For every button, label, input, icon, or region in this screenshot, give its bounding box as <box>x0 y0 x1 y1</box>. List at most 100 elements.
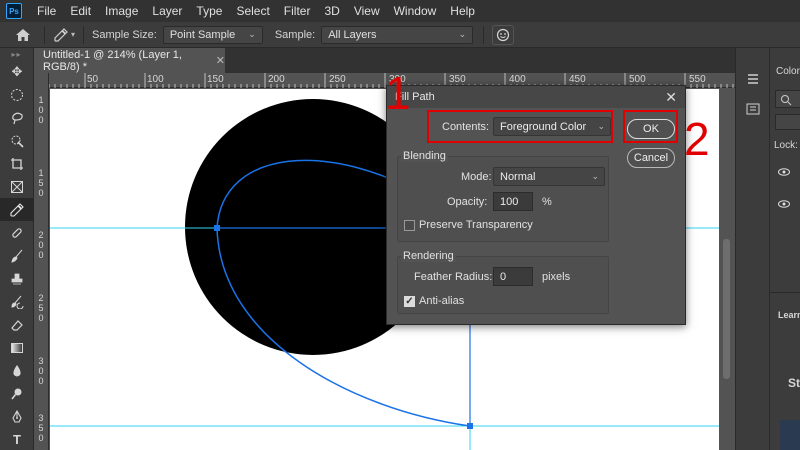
preserve-transparency-checkbox[interactable] <box>404 220 415 231</box>
mode-value: Normal <box>500 170 536 183</box>
eye-icon[interactable] <box>778 168 790 179</box>
home-icon[interactable] <box>10 22 36 48</box>
document-tab[interactable]: Untitled-1 @ 214% (Layer 1, RGB/8) * ✕ <box>35 48 225 73</box>
vertical-ruler: 1 0 0 1 5 0 2 0 0 2 5 0 3 0 0 3 5 0 <box>35 73 49 450</box>
menu-filter[interactable]: Filter <box>277 4 318 18</box>
marquee-tool-icon[interactable] <box>0 83 34 106</box>
lock-label: Lock: <box>774 140 798 151</box>
sample-size-select[interactable]: Point Sample ⌄ <box>162 25 263 44</box>
crop-tool-icon[interactable] <box>0 152 34 175</box>
menu-help[interactable]: Help <box>443 4 482 18</box>
lasso-tool-icon[interactable] <box>0 106 34 129</box>
menu-select[interactable]: Select <box>229 4 276 18</box>
panel-grip-icon[interactable]: ▸▸ <box>0 48 33 60</box>
ok-highlight-box <box>623 110 678 143</box>
menu-view[interactable]: View <box>347 4 387 18</box>
close-icon[interactable]: ✕ <box>216 54 225 67</box>
quick-selection-tool-icon[interactable] <box>0 129 34 152</box>
learn-panel-tab[interactable]: Learn <box>778 310 800 320</box>
feather-radius-unit: pixels <box>542 271 571 283</box>
panel-grip-icon[interactable] <box>736 64 770 94</box>
menu-type[interactable]: Type <box>189 4 229 18</box>
menu-window[interactable]: Window <box>387 4 444 18</box>
ruler-label: 50 <box>87 74 99 85</box>
ruler-label: 100 <box>147 74 164 85</box>
menu-bar: Ps File Edit Image Layer Type Select Fil… <box>0 0 800 22</box>
dialog-titlebar[interactable]: Fill Path ✕ <box>387 86 685 108</box>
menu-3d[interactable]: 3D <box>317 4 346 18</box>
type-tool-icon[interactable]: T <box>0 428 34 450</box>
ruler-label: 1 0 0 <box>38 95 44 125</box>
color-panel: Color Lock: Learn St <box>769 48 800 450</box>
feather-radius-input[interactable]: 0 <box>493 267 533 286</box>
show-sampling-ring-button[interactable] <box>492 24 515 45</box>
blend-mode-select[interactable] <box>775 114 800 130</box>
rendering-heading: Rendering <box>401 250 456 262</box>
anchor-point[interactable] <box>214 225 220 231</box>
ruler-label: 3 5 0 <box>38 413 44 443</box>
opacity-label: Opacity: <box>447 196 488 208</box>
chevron-down-icon: ⌄ <box>591 171 599 181</box>
blur-tool-icon[interactable] <box>0 359 34 382</box>
divider <box>770 292 800 293</box>
eraser-tool-icon[interactable] <box>0 313 34 336</box>
panel-icon-strip <box>735 48 769 450</box>
history-brush-tool-icon[interactable] <box>0 290 34 313</box>
menu-layer[interactable]: Layer <box>145 4 189 18</box>
preserve-transparency-label: Preserve Transparency <box>419 219 533 231</box>
learn-heading: St <box>788 376 800 390</box>
pen-tool-icon[interactable] <box>0 405 34 428</box>
contents-highlight-box <box>427 110 613 143</box>
opacity-unit: % <box>542 196 552 208</box>
ruler-label: 450 <box>569 74 586 85</box>
healing-brush-tool-icon[interactable] <box>0 221 34 244</box>
sample-select[interactable]: All Layers ⌄ <box>321 25 474 44</box>
step-2-annotation: 2 <box>684 113 710 165</box>
anti-alias-label: Anti-alias <box>419 295 465 307</box>
eyedropper-tool-icon[interactable] <box>0 198 34 221</box>
ruler-label: 3 0 0 <box>38 356 44 386</box>
dodge-tool-icon[interactable] <box>0 382 34 405</box>
divider <box>483 25 485 44</box>
search-field[interactable] <box>775 90 800 108</box>
brush-tool-icon[interactable] <box>0 244 34 267</box>
step-1-annotation: 1 <box>385 67 411 119</box>
frame-tool-icon[interactable] <box>0 175 34 198</box>
opacity-input[interactable]: 100 <box>493 192 533 211</box>
eyedropper-tool-preset-icon[interactable]: ▾ <box>53 27 75 43</box>
gradient-tool-icon[interactable] <box>0 336 34 359</box>
vertical-scrollbar[interactable] <box>719 89 735 450</box>
cancel-button[interactable]: Cancel <box>627 148 675 168</box>
photoshop-logo: Ps <box>6 3 22 19</box>
document-tab-title: Untitled-1 @ 214% (Layer 1, RGB/8) * <box>43 48 182 73</box>
mode-label: Mode: <box>461 171 492 183</box>
color-panel-tab[interactable]: Color <box>776 66 800 77</box>
eye-icon[interactable] <box>778 200 790 211</box>
search-icon <box>781 95 792 106</box>
clone-stamp-tool-icon[interactable] <box>0 267 34 290</box>
anti-alias-checkbox[interactable]: ✓ <box>404 296 415 307</box>
ruler-label: 200 <box>268 74 285 85</box>
anchor-point[interactable] <box>467 423 473 429</box>
move-tool-icon[interactable]: ✥ <box>0 60 34 83</box>
chevron-down-icon: ⌄ <box>458 29 467 39</box>
menu-image[interactable]: Image <box>98 4 145 18</box>
menu-file[interactable]: File <box>30 4 63 18</box>
divider <box>44 25 45 44</box>
divider <box>83 25 85 44</box>
ruler-label: 350 <box>449 74 466 85</box>
options-bar: ▾ Sample Size: Point Sample ⌄ Sample: Al… <box>0 22 800 48</box>
ruler-label: 550 <box>689 74 706 85</box>
ruler-label: 250 <box>329 74 346 85</box>
sample-value: All Layers <box>328 28 377 41</box>
ruler-label: 500 <box>629 74 646 85</box>
mode-select[interactable]: Normal ⌄ <box>493 167 605 186</box>
close-icon[interactable]: ✕ <box>665 89 677 106</box>
libraries-icon[interactable] <box>736 94 770 124</box>
menu-edit[interactable]: Edit <box>63 4 98 18</box>
sample-size-label: Sample Size: <box>92 28 157 41</box>
learn-thumbnail[interactable] <box>780 420 800 450</box>
sample-label: Sample: <box>274 28 316 41</box>
ruler-label: 2 5 0 <box>38 293 44 323</box>
scrollbar-thumb[interactable] <box>723 239 730 379</box>
